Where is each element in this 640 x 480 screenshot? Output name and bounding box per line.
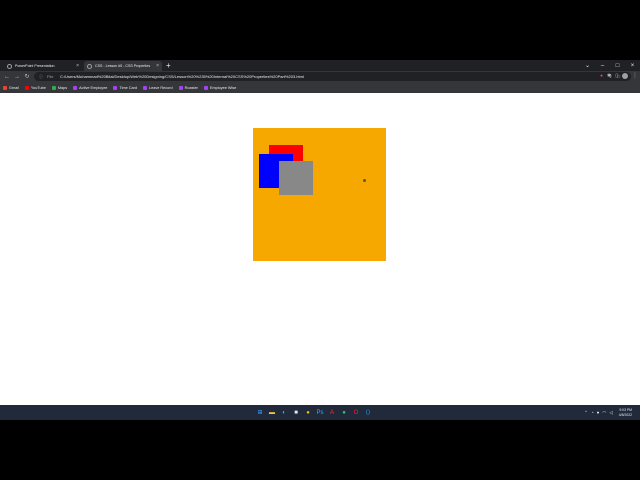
edge-icon[interactable]: ◐ (279, 408, 289, 418)
tab-strip: PowerPoint Presentation × CSS - Lesson #… (0, 60, 640, 71)
file-explorer-icon[interactable]: ▬ (267, 408, 277, 418)
clock-date: 4/8/2022 (618, 412, 632, 417)
bookmark-label: Active Employee (79, 85, 108, 90)
bookmark-label: Employee Wise (209, 85, 237, 90)
bookmark-icon (73, 85, 78, 90)
bookmark-leave-record[interactable]: Leave Record (143, 85, 173, 90)
bookmark-label: Leave Record (149, 85, 173, 90)
bookmark-icon (203, 85, 208, 90)
bookmark-roaster[interactable]: Roaster (178, 85, 198, 90)
extension-icons: ● ✱ ▯ (600, 72, 628, 80)
extension-icon[interactable]: ● (600, 73, 603, 80)
bookmark-gmail[interactable]: Gmail (3, 85, 19, 90)
bookmark-time-card[interactable]: Time Card (113, 85, 138, 90)
bookmark-icon (113, 85, 118, 90)
close-window-icon[interactable]: × (625, 60, 640, 71)
system-tray: ⌃ ◔ ● ◠ ◁ 9:03 PM 4/8/2022 (584, 406, 632, 419)
sidepanel-icon[interactable]: ▯ (615, 73, 618, 80)
chevron-up-icon[interactable]: ⌃ (584, 406, 588, 419)
bookmark-icon (143, 85, 148, 90)
bookmark-label: Gmail (9, 85, 19, 90)
minimize-icon[interactable]: – (595, 60, 610, 71)
reload-icon[interactable]: ↻ (23, 72, 31, 81)
url-text[interactable]: C:/Users/Muhammad%20Bilal/Desktop/Web%20… (60, 73, 304, 80)
close-icon[interactable]: × (156, 63, 159, 69)
mic-icon[interactable]: ● (597, 406, 600, 419)
bookmark-employee-wise[interactable]: Employee Wise (203, 85, 237, 90)
screen: PowerPoint Presentation × CSS - Lesson #… (0, 0, 640, 480)
info-icon[interactable]: ⓘ (39, 73, 43, 80)
parent-box (253, 128, 386, 261)
back-icon[interactable]: ← (3, 72, 11, 81)
browser-window: PowerPoint Presentation × CSS - Lesson #… (0, 60, 640, 420)
new-tab-button[interactable]: + (166, 61, 171, 70)
tab-css-lesson[interactable]: CSS - Lesson #5 - CSS Properties × (84, 61, 162, 71)
bookmarks-bar: Gmail YouTube Maps Active Employee Time … (0, 82, 640, 93)
browser-toolbar: ← → ↻ ⓘ File C:/Users/Muhammad%20Bilal/D… (0, 71, 640, 82)
windows-start-icon[interactable]: ⊞ (255, 408, 265, 418)
globe-icon (87, 63, 92, 69)
puzzle-icon[interactable]: ✱ (607, 73, 611, 80)
address-bar[interactable]: ⓘ File C:/Users/Muhammad%20Bilal/Desktop… (34, 72, 631, 81)
tab-title: CSS - Lesson #5 - CSS Properties (95, 64, 151, 68)
maps-icon (51, 85, 56, 90)
bookmark-youtube[interactable]: YouTube (24, 85, 46, 90)
bookmark-maps[interactable]: Maps (51, 85, 68, 90)
taskbar-apps: ⊞ ▬ ◐ ■ ● Ps A ● O ⟨⟩ (255, 407, 373, 418)
acrobat-icon[interactable]: A (327, 408, 337, 418)
window-controls: ⌄ – □ × (580, 60, 640, 71)
whatsapp-icon[interactable]: ● (339, 408, 349, 418)
clock[interactable]: 9:03 PM 4/8/2022 (619, 408, 632, 417)
letterbox-top (0, 0, 640, 60)
chrome-icon[interactable]: ● (303, 408, 313, 418)
close-icon[interactable]: × (76, 63, 79, 69)
gmail-icon (3, 85, 7, 90)
bookmark-active-employee[interactable]: Active Employee (73, 85, 108, 90)
gray-square (279, 161, 313, 195)
wifi-icon[interactable]: ◠ (602, 406, 606, 419)
bookmark-label: Roaster (184, 85, 198, 90)
forward-icon[interactable]: → (13, 72, 21, 81)
globe-icon (7, 63, 12, 69)
bookmark-label: YouTube (30, 85, 46, 90)
maximize-icon[interactable]: □ (610, 60, 625, 71)
mouse-cursor (363, 179, 366, 182)
tab-powerpoint[interactable]: PowerPoint Presentation × (4, 61, 82, 71)
bookmark-label: Maps (57, 85, 68, 90)
vscode-icon[interactable]: ⟨⟩ (363, 408, 373, 418)
page-content (0, 93, 640, 405)
network-icon[interactable]: ◔ (591, 406, 594, 419)
menu-icon[interactable]: ⋮ (632, 72, 638, 80)
tab-search-icon[interactable]: ⌄ (580, 60, 595, 71)
tab-title: PowerPoint Presentation (15, 64, 55, 68)
profile-avatar[interactable] (622, 73, 628, 79)
store-icon[interactable]: ■ (291, 408, 301, 418)
volume-icon[interactable]: ◁ (609, 406, 612, 419)
opera-icon[interactable]: O (351, 408, 361, 418)
letterbox-bottom (0, 420, 640, 480)
bookmark-icon (178, 85, 183, 90)
taskbar: ⊞ ▬ ◐ ■ ● Ps A ● O ⟨⟩ ⌃ ◔ ● ◠ ◁ 9:03 PM 4/8/2022 (0, 405, 640, 420)
scheme-label: File (47, 74, 54, 79)
youtube-icon (24, 85, 29, 90)
photoshop-icon[interactable]: Ps (315, 408, 325, 418)
bookmark-label: Time Card (119, 85, 138, 90)
